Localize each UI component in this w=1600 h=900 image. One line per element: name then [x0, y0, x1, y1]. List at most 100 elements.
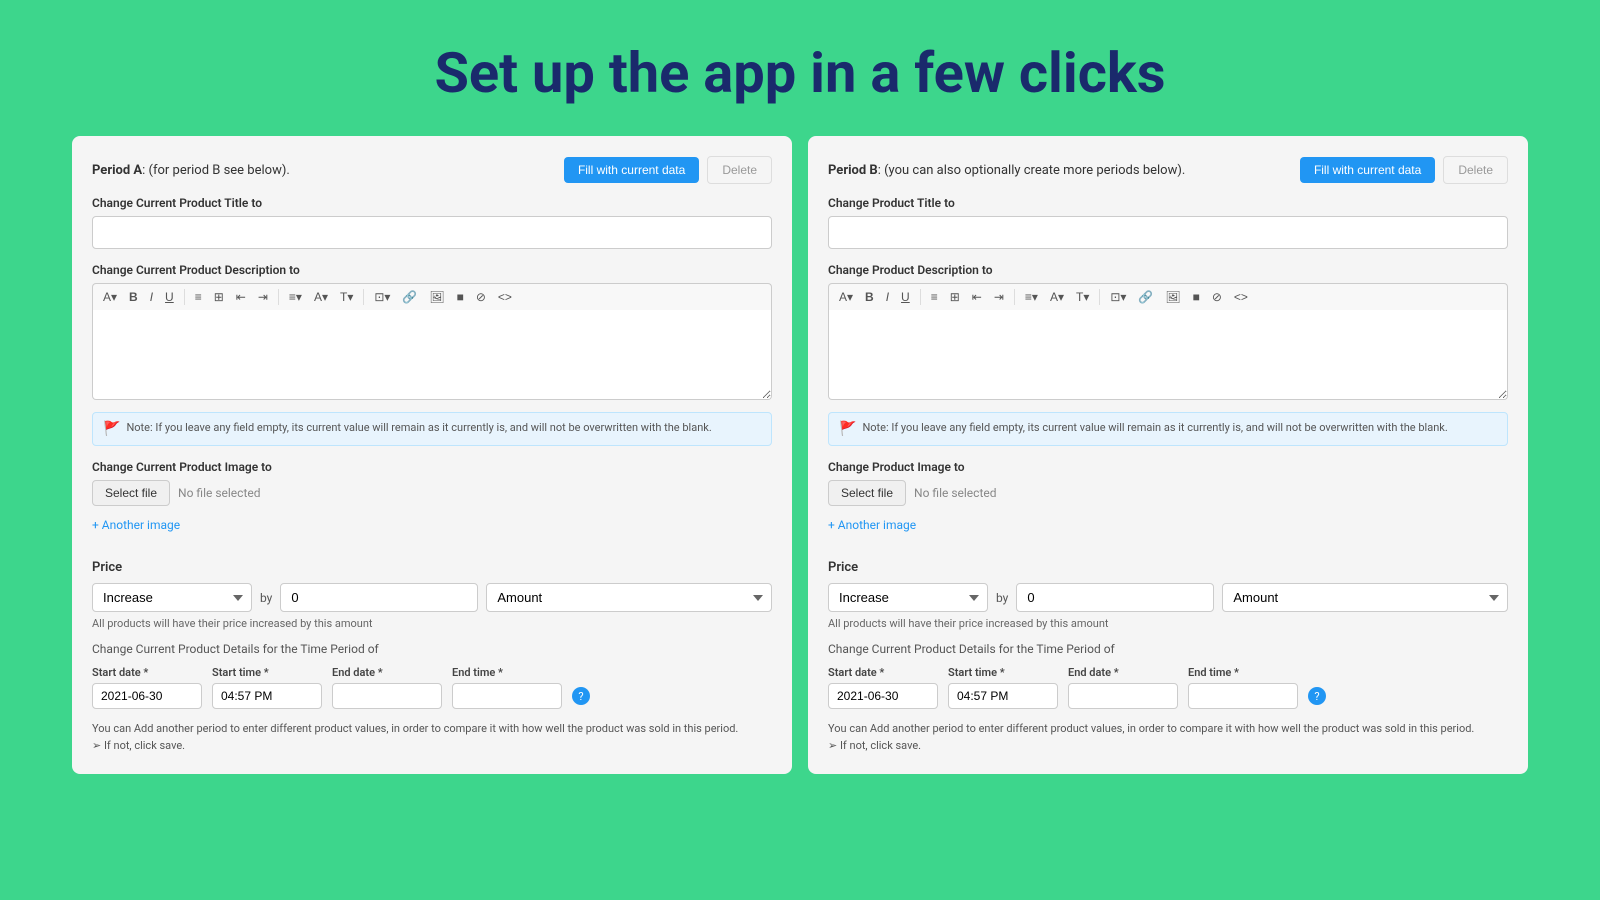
- help-icon-a[interactable]: ?: [572, 687, 590, 705]
- panel-a-end-date-input[interactable]: [332, 683, 442, 709]
- panel-b-another-image-link[interactable]: + Another image: [828, 518, 916, 532]
- toolbar-image-btn[interactable]: 🖼: [425, 288, 448, 306]
- panel-b-end-date-field: End date *: [1068, 666, 1178, 709]
- panel-a-title-input[interactable]: [92, 216, 772, 249]
- panel-b-delete-button[interactable]: Delete: [1443, 156, 1508, 184]
- panel-b-start-date-label: Start date *: [828, 666, 938, 679]
- tb-outdent-btn[interactable]: ⇤: [968, 288, 986, 306]
- panel-a-increase-select[interactable]: Increase: [92, 583, 252, 612]
- panel-b-price-input[interactable]: [1016, 583, 1214, 612]
- panel-b-fill-button[interactable]: Fill with current data: [1300, 157, 1435, 183]
- panel-a-desc-textarea[interactable]: [92, 310, 772, 400]
- panel-a-start-time-input[interactable]: [212, 683, 322, 709]
- tb-sep1: [920, 289, 921, 305]
- note-flag-icon: 🚩: [103, 421, 120, 437]
- panel-b-end-time-field: End time *: [1188, 666, 1298, 709]
- toolbar-ul-btn[interactable]: ≡: [191, 288, 206, 306]
- panel-a-price-input[interactable]: [280, 583, 478, 612]
- tb-italic-btn[interactable]: I: [882, 288, 893, 306]
- panel-b-end-time-label: End time *: [1188, 666, 1298, 679]
- panel-b-start-time-label: Start time *: [948, 666, 1058, 679]
- toolbar-clear-btn[interactable]: ⊘: [472, 288, 490, 306]
- tb-bold-btn[interactable]: B: [861, 288, 878, 306]
- panel-b-title-input[interactable]: [828, 216, 1508, 249]
- panel-a-amount-select[interactable]: Amount: [486, 583, 772, 612]
- panel-b: Period B: (you can also optionally creat…: [808, 136, 1528, 774]
- panel-b-note-text: Note: If you leave any field empty, its …: [862, 421, 1447, 434]
- tb-clear-btn[interactable]: ⊘: [1208, 288, 1226, 306]
- panel-a-note-text: Note: If you leave any field empty, its …: [126, 421, 711, 434]
- panel-a-start-date-label: Start date *: [92, 666, 202, 679]
- toolbar-indent-btn[interactable]: ⇥: [254, 288, 272, 306]
- panel-b-buttons: Fill with current data Delete: [1300, 156, 1508, 184]
- tb-block-btn[interactable]: ■: [1189, 288, 1204, 306]
- panels-container: Period A: (for period B see below). Fill…: [0, 136, 1600, 794]
- panel-b-desc-textarea[interactable]: [828, 310, 1508, 400]
- panel-a-image-section: Change Current Product Image to Select f…: [92, 460, 772, 546]
- panel-b-price-label: Price: [828, 560, 1508, 575]
- panel-b-note: 🚩 Note: If you leave any field empty, it…: [828, 412, 1508, 446]
- panel-a-no-file: No file selected: [178, 486, 260, 500]
- tb-font-btn[interactable]: A▾: [835, 288, 857, 306]
- tb-image-btn[interactable]: 🖼: [1161, 288, 1184, 306]
- panel-a-desc-label: Change Current Product Description to: [92, 263, 772, 277]
- panel-a-price-section: Price Increase by Amount All products wi…: [92, 560, 772, 630]
- panel-b-amount-select[interactable]: Amount: [1222, 583, 1508, 612]
- toolbar-fontcolor-btn[interactable]: A▾: [310, 288, 332, 306]
- toolbar-code-btn[interactable]: <>: [494, 288, 516, 306]
- panel-b-select-file-btn[interactable]: Select file: [828, 480, 906, 506]
- panel-a-end-time-input[interactable]: [452, 683, 562, 709]
- toolbar-sep2: [278, 289, 279, 305]
- panel-b-start-time-field: Start time *: [948, 666, 1058, 709]
- panel-b-increase-select[interactable]: Increase: [828, 583, 988, 612]
- period-a-label: Period A: (for period B see below).: [92, 163, 290, 178]
- panel-a-fill-button[interactable]: Fill with current data: [564, 157, 699, 183]
- tb-ul-btn[interactable]: ≡: [927, 288, 942, 306]
- panel-b-start-date-input[interactable]: [828, 683, 938, 709]
- panel-a-select-file-btn[interactable]: Select file: [92, 480, 170, 506]
- toolbar-table-btn[interactable]: ⊡▾: [370, 288, 394, 306]
- toolbar-underline-btn[interactable]: U: [161, 288, 178, 306]
- panel-a-title-label: Change Current Product Title to: [92, 196, 772, 210]
- toolbar-highlight-btn[interactable]: T▾: [336, 288, 357, 306]
- tb-ol-btn[interactable]: ⊞: [946, 288, 964, 306]
- panel-b-end-time-input[interactable]: [1188, 683, 1298, 709]
- tb-table-btn[interactable]: ⊡▾: [1106, 288, 1130, 306]
- panel-a-start-date-input[interactable]: [92, 683, 202, 709]
- toolbar-font-btn[interactable]: A▾: [99, 288, 121, 306]
- panel-b-no-file: No file selected: [914, 486, 996, 500]
- panel-a-delete-button[interactable]: Delete: [707, 156, 772, 184]
- panel-a-date-row: Start date * Start time * End date * End…: [92, 666, 772, 709]
- panel-a-time-label: Change Current Product Details for the T…: [92, 642, 772, 656]
- panel-b-end-date-input[interactable]: [1068, 683, 1178, 709]
- panel-b-desc-label: Change Product Description to: [828, 263, 1508, 277]
- panel-a-buttons: Fill with current data Delete: [564, 156, 772, 184]
- tb-align-btn[interactable]: ≡▾: [1021, 288, 1042, 306]
- toolbar-block-btn[interactable]: ■: [453, 288, 468, 306]
- toolbar-bold-btn[interactable]: B: [125, 288, 142, 306]
- panel-a-end-time-field: End time *: [452, 666, 562, 709]
- tb-fontcolor-btn[interactable]: A▾: [1046, 288, 1068, 306]
- panel-a-another-image-link[interactable]: + Another image: [92, 518, 180, 532]
- panel-a-bottom-note: You can Add another period to enter diff…: [92, 721, 772, 754]
- tb-highlight-btn[interactable]: T▾: [1072, 288, 1093, 306]
- tb-indent-btn[interactable]: ⇥: [990, 288, 1008, 306]
- panel-b-start-time-input[interactable]: [948, 683, 1058, 709]
- toolbar-sep1: [184, 289, 185, 305]
- toolbar-ol-btn[interactable]: ⊞: [210, 288, 228, 306]
- toolbar-align-btn[interactable]: ≡▾: [285, 288, 306, 306]
- toolbar-italic-btn[interactable]: I: [146, 288, 157, 306]
- panel-a-price-label: Price: [92, 560, 772, 575]
- panel-b-toolbar: A▾ B I U ≡ ⊞ ⇤ ⇥ ≡▾ A▾ T▾ ⊡▾ 🔗 🖼 ■ ⊘ <>: [828, 283, 1508, 310]
- panel-b-image-label: Change Product Image to: [828, 460, 1508, 474]
- panel-b-file-row: Select file No file selected: [828, 480, 1508, 506]
- tb-code-btn[interactable]: <>: [1230, 288, 1252, 306]
- toolbar-sep3: [363, 289, 364, 305]
- panel-b-by-label: by: [996, 591, 1008, 605]
- tb-underline-btn[interactable]: U: [897, 288, 914, 306]
- tb-link-btn[interactable]: 🔗: [1134, 288, 1157, 306]
- toolbar-outdent-btn[interactable]: ⇤: [232, 288, 250, 306]
- help-icon-b[interactable]: ?: [1308, 687, 1326, 705]
- toolbar-link-btn[interactable]: 🔗: [398, 288, 421, 306]
- panel-b-price-row: Increase by Amount: [828, 583, 1508, 612]
